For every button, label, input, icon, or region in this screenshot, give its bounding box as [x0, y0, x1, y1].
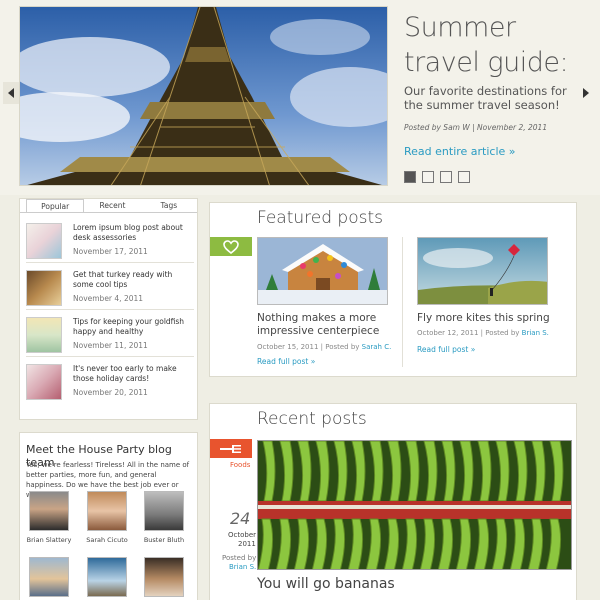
post-date: October 12, 2011 | Posted by [417, 329, 522, 337]
team-member[interactable]: Buster Bluth [141, 491, 187, 544]
team-member[interactable]: Brian Slattery [26, 491, 72, 544]
tab-tags[interactable]: Tags [141, 199, 197, 212]
post-image-gingerbread-house[interactable] [257, 237, 388, 305]
hero-meta: Posted by Sam W | November 2, 2011 [404, 123, 548, 132]
tab-recent[interactable]: Recent [84, 199, 140, 212]
team-member[interactable]: Sarah Cicuto [84, 491, 130, 544]
posted-by-label: Posted by [222, 554, 257, 562]
tab-popular[interactable]: Popular [26, 199, 85, 212]
recent-posts-section: Recent posts Foods 24 October 2011 Poste… [209, 403, 577, 600]
team-member[interactable] [141, 557, 187, 597]
post-day: 24 [230, 509, 251, 528]
post-meta: October 15, 2011 | Posted by Sarah C. [257, 343, 391, 351]
member-name[interactable]: Brian Slattery [26, 536, 72, 544]
post-title[interactable]: Get that turkey ready with some cool tip… [73, 270, 191, 290]
post-year: 2011 [238, 540, 256, 548]
post-author-link[interactable]: Brian S. [229, 563, 256, 571]
slide-dot-2[interactable] [422, 171, 434, 183]
post-month: October [228, 531, 257, 539]
post-title[interactable]: You will go bananas [257, 576, 395, 592]
post-title[interactable]: Lorem ipsum blog post about desk assesso… [73, 223, 191, 243]
post-title[interactable]: Nothing makes a more impressive centerpi… [257, 312, 387, 338]
post-title[interactable]: It's never too early to make those holid… [73, 364, 191, 384]
post-image-bananas[interactable] [257, 440, 572, 570]
hero-image-eiffel-tower[interactable] [19, 6, 388, 186]
fork-icon [220, 444, 241, 453]
list-item[interactable]: Tips for keeping your goldfish happy and… [26, 313, 194, 357]
slide-dot-4[interactable] [458, 171, 470, 183]
hero-subtitle: Our favorite destinations for the summer… [404, 84, 567, 112]
avatar[interactable] [87, 557, 127, 597]
avatar[interactable] [87, 491, 127, 531]
hero-title: Summer travel guide: [404, 12, 569, 78]
featured-tag [210, 237, 252, 256]
slide-dot-1[interactable] [404, 171, 416, 183]
popular-recent-tags-widget: Popular Recent Tags Lorem ipsum blog pos… [19, 198, 198, 420]
thumbnail-goldfish [26, 317, 62, 353]
team-member[interactable] [26, 557, 72, 597]
post-date: October 15, 2011 | Posted by [257, 343, 362, 351]
read-full-post-link[interactable]: Read full post » [417, 345, 475, 354]
post-date: November 4, 2011 [73, 294, 144, 303]
thumbnail-turkey [26, 270, 62, 306]
post-date: November 20, 2011 [73, 388, 148, 397]
team-member[interactable] [84, 557, 130, 597]
avatar[interactable] [144, 557, 184, 597]
hero-banner: Summer travel guide: Our favorite destin… [0, 0, 600, 195]
post-meta: October 12, 2011 | Posted by Brian S. [417, 329, 549, 337]
avatar[interactable] [29, 491, 69, 531]
member-name[interactable]: Buster Bluth [141, 536, 187, 544]
post-image-kite[interactable] [417, 237, 548, 305]
read-full-post-link[interactable]: Read full post » [257, 357, 315, 366]
post-author-link[interactable]: Brian S. [522, 329, 549, 337]
category-label[interactable]: Foods [230, 461, 250, 469]
thumbnail-holiday-cards [26, 364, 62, 400]
member-name[interactable]: Sarah Cicuto [84, 536, 130, 544]
team-widget: Meet the House Party blog team Yes, we'r… [19, 432, 198, 600]
post-author-link[interactable]: Sarah C. [362, 343, 392, 351]
thumbnail-desk-accessories [26, 223, 62, 259]
avatar[interactable] [144, 491, 184, 531]
slide-dot-3[interactable] [440, 171, 452, 183]
food-category-tag [210, 439, 252, 458]
featured-posts-section: Featured posts Nothing makes a more impr… [209, 202, 577, 377]
read-entire-article-link[interactable]: Read entire article » [404, 145, 516, 158]
section-title: Featured posts [257, 208, 384, 228]
post-title[interactable]: Tips for keeping your goldfish happy and… [73, 317, 191, 337]
section-title: Recent posts [257, 409, 367, 429]
list-item[interactable]: It's never too early to make those holid… [26, 360, 194, 404]
list-item[interactable]: Lorem ipsum blog post about desk assesso… [26, 219, 194, 263]
avatar[interactable] [29, 557, 69, 597]
divider [402, 237, 403, 367]
slide-pager [404, 171, 470, 183]
widget-tab-bar: Popular Recent Tags [20, 199, 197, 213]
post-title[interactable]: Fly more kites this spring [417, 312, 567, 325]
next-slide-arrow-icon[interactable] [576, 82, 594, 104]
heart-icon [223, 239, 239, 254]
post-date: November 11, 2011 [73, 341, 148, 350]
post-date: November 17, 2011 [73, 247, 148, 256]
list-item[interactable]: Get that turkey ready with some cool tip… [26, 266, 194, 310]
